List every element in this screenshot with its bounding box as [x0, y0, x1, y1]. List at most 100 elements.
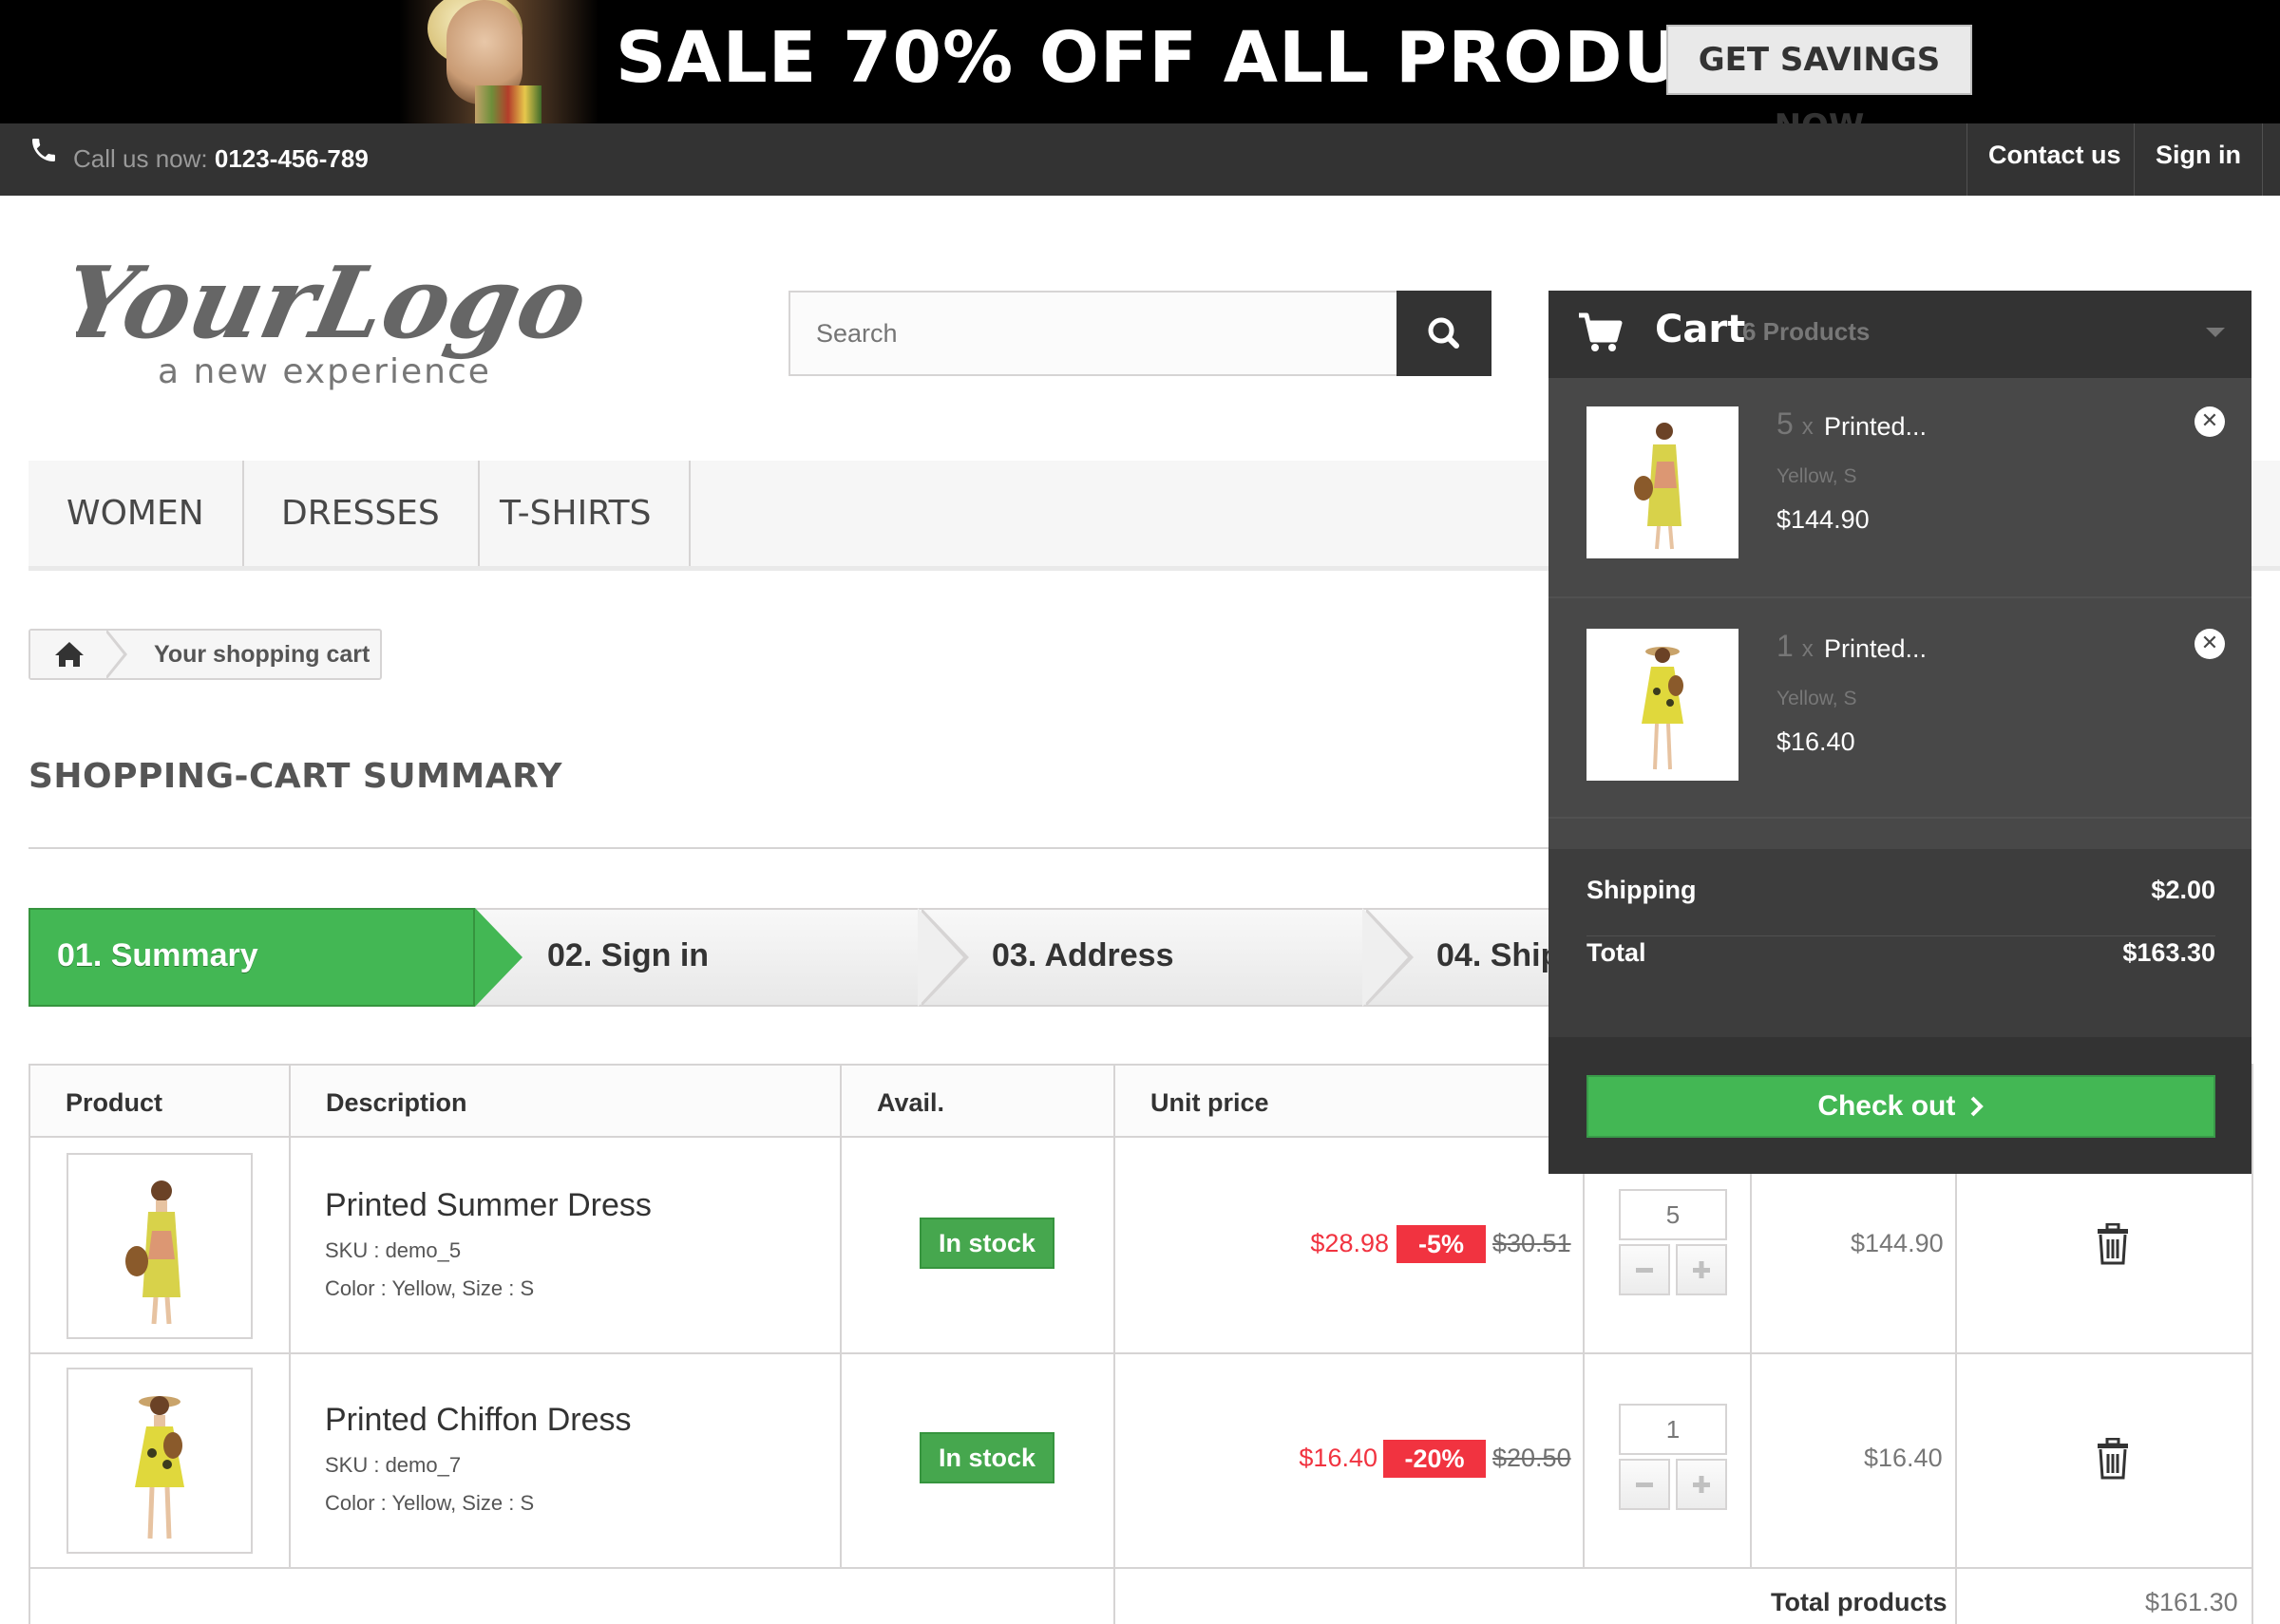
cart-count: 6 Products [1742, 317, 1871, 346]
dress-figure-image [125, 1180, 180, 1325]
shipping-value: $2.00 [2151, 876, 2215, 904]
phone-icon [32, 139, 55, 161]
menu-item-women[interactable]: WOMEN [28, 461, 244, 566]
cart-item-name[interactable]: Printed... [1824, 412, 1927, 442]
breadcrumb-current: Your shopping cart [154, 641, 370, 668]
cart-dropdown: Cart 6 Products 5 x Printed... Yellow, S… [1548, 291, 2252, 1174]
quantity-input[interactable]: 5 [1619, 1189, 1727, 1240]
menu-item-tshirts[interactable]: T-SHIRTS [462, 461, 692, 566]
step-signin-arrow [918, 908, 963, 1007]
unit-price-old: $20.50 [1492, 1444, 1571, 1472]
promo-banner[interactable]: SALE 70% OFF ALL PRODUCTS GET SAVINGS NO… [0, 0, 2280, 123]
step-address[interactable]: 03. Address [992, 908, 1174, 1007]
product-attributes: Color : Yellow, Size : S [325, 1491, 535, 1515]
logo-main-text: YourLogo [76, 244, 598, 361]
quantity-increase-button[interactable] [1676, 1459, 1727, 1510]
price-reduction-badge: -20% [1383, 1440, 1486, 1478]
search-button[interactable] [1396, 291, 1492, 376]
total-products-label: Total products [1771, 1588, 1948, 1616]
cart-item: 5 x Printed... Yellow, S $144.90 ✕ [1548, 378, 2252, 598]
product-name-link[interactable]: Printed Summer Dress [325, 1187, 652, 1224]
phone-number: 0123-456-789 [214, 144, 369, 173]
site-logo[interactable]: YourLogo a new experience [76, 242, 618, 394]
breadcrumb-separator-inner [104, 631, 124, 678]
menu-item-dresses[interactable]: DRESSES [243, 461, 480, 566]
total-products-value: $161.30 [2145, 1588, 2238, 1616]
cart-item-attributes: Yellow, S [1776, 465, 1857, 487]
cart-item-image[interactable] [1586, 629, 1738, 781]
cart-item-price: $144.90 [1776, 505, 1870, 534]
search-icon [1428, 317, 1459, 349]
step-sign-in[interactable]: 02. Sign in [547, 908, 709, 1007]
unit-price-old: $30.51 [1492, 1229, 1571, 1257]
trash-icon[interactable] [2094, 1223, 2132, 1265]
col-header-unit-price: Unit price [1115, 1064, 1585, 1138]
sign-in-link[interactable]: Sign in [2134, 123, 2263, 196]
minus-icon [1636, 1268, 1653, 1273]
cart-header[interactable]: Cart 6 Products [1548, 291, 2252, 378]
cart-item-image[interactable] [1586, 406, 1738, 558]
col-header-product: Product [28, 1064, 291, 1138]
home-icon [55, 642, 84, 667]
contact-us-link[interactable]: Contact us [1966, 123, 2142, 196]
col-header-avail: Avail. [842, 1064, 1115, 1138]
shipping-row: Shipping $2.00 [1586, 876, 2215, 936]
banner-model-dress [475, 85, 542, 123]
cart-summary: Shipping $2.00 Total $163.30 [1548, 849, 2252, 1037]
checkout-button[interactable]: Check out [1586, 1075, 2215, 1138]
call-us-text: Call us now: 0123-456-789 [73, 144, 369, 173]
cart-icon [1579, 312, 1623, 351]
banner-title: SALE 70% OFF ALL PRODUCTS [616, 17, 1834, 99]
cart-item-quantity: 5 x [1776, 406, 1814, 441]
price-reduction-badge: -5% [1396, 1225, 1486, 1263]
table-footer-cell [28, 1569, 1115, 1624]
step-summary: 01. Summary [57, 937, 258, 973]
total-row: Total $163.30 [1586, 938, 2215, 999]
product-attributes: Color : Yellow, Size : S [325, 1276, 535, 1300]
product-sku: SKU : demo_5 [325, 1238, 462, 1262]
line-total: $144.90 [1851, 1229, 1944, 1257]
col-header-description: Description [291, 1064, 842, 1138]
breadcrumb-home[interactable] [30, 631, 106, 678]
shipping-label: Shipping [1586, 876, 1697, 904]
cart-item: 1 x Printed... Yellow, S $16.40 ✕ [1548, 598, 2252, 819]
checkout-label: Check out [1817, 1090, 1956, 1122]
cart-item-attributes: Yellow, S [1776, 688, 1857, 709]
dress-figure-image [1642, 647, 1683, 770]
line-total: $16.40 [1864, 1444, 1943, 1472]
product-image[interactable] [66, 1368, 253, 1554]
step-address-arrow [1362, 908, 1408, 1007]
quantity-input[interactable]: 1 [1619, 1404, 1727, 1455]
search-field[interactable] [788, 291, 1398, 376]
quantity-decrease-button[interactable] [1619, 1459, 1670, 1510]
product-name-link[interactable]: Printed Chiffon Dress [325, 1402, 632, 1439]
cart-item-price: $16.40 [1776, 727, 1855, 756]
checkout-area: Check out [1548, 1037, 2252, 1174]
breadcrumb: Your shopping cart [28, 629, 382, 680]
availability-badge: In stock [920, 1432, 1054, 1483]
minus-icon [1636, 1482, 1653, 1487]
step-summary-arrow [475, 908, 522, 1007]
total-label: Total [1586, 938, 1646, 967]
quantity-increase-button[interactable] [1676, 1244, 1727, 1295]
close-icon[interactable]: ✕ [2194, 629, 2225, 659]
close-icon[interactable]: ✕ [2194, 406, 2225, 437]
step-shipping[interactable]: 04. Ship [1436, 908, 1560, 1007]
search-input[interactable] [790, 293, 1396, 374]
get-savings-button[interactable]: GET SAVINGS NOW [1666, 25, 1972, 123]
logo-tagline: a new experience [158, 352, 491, 391]
cart-item-name[interactable]: Printed... [1824, 634, 1927, 664]
cart-title: Cart [1655, 308, 1746, 351]
quantity-decrease-button[interactable] [1619, 1244, 1670, 1295]
total-value: $163.30 [2122, 938, 2215, 967]
unit-price-new: $28.98 [1310, 1229, 1389, 1257]
dress-figure-image [1634, 423, 1682, 550]
trash-icon[interactable] [2094, 1438, 2132, 1480]
plus-icon [1693, 1261, 1710, 1278]
page-title: SHOPPING-CART SUMMARY [28, 757, 562, 796]
product-image[interactable] [66, 1153, 253, 1339]
availability-badge: In stock [920, 1218, 1054, 1269]
plus-icon [1693, 1476, 1710, 1493]
unit-price-new: $16.40 [1299, 1444, 1378, 1472]
chevron-right-icon [1970, 1096, 1984, 1117]
